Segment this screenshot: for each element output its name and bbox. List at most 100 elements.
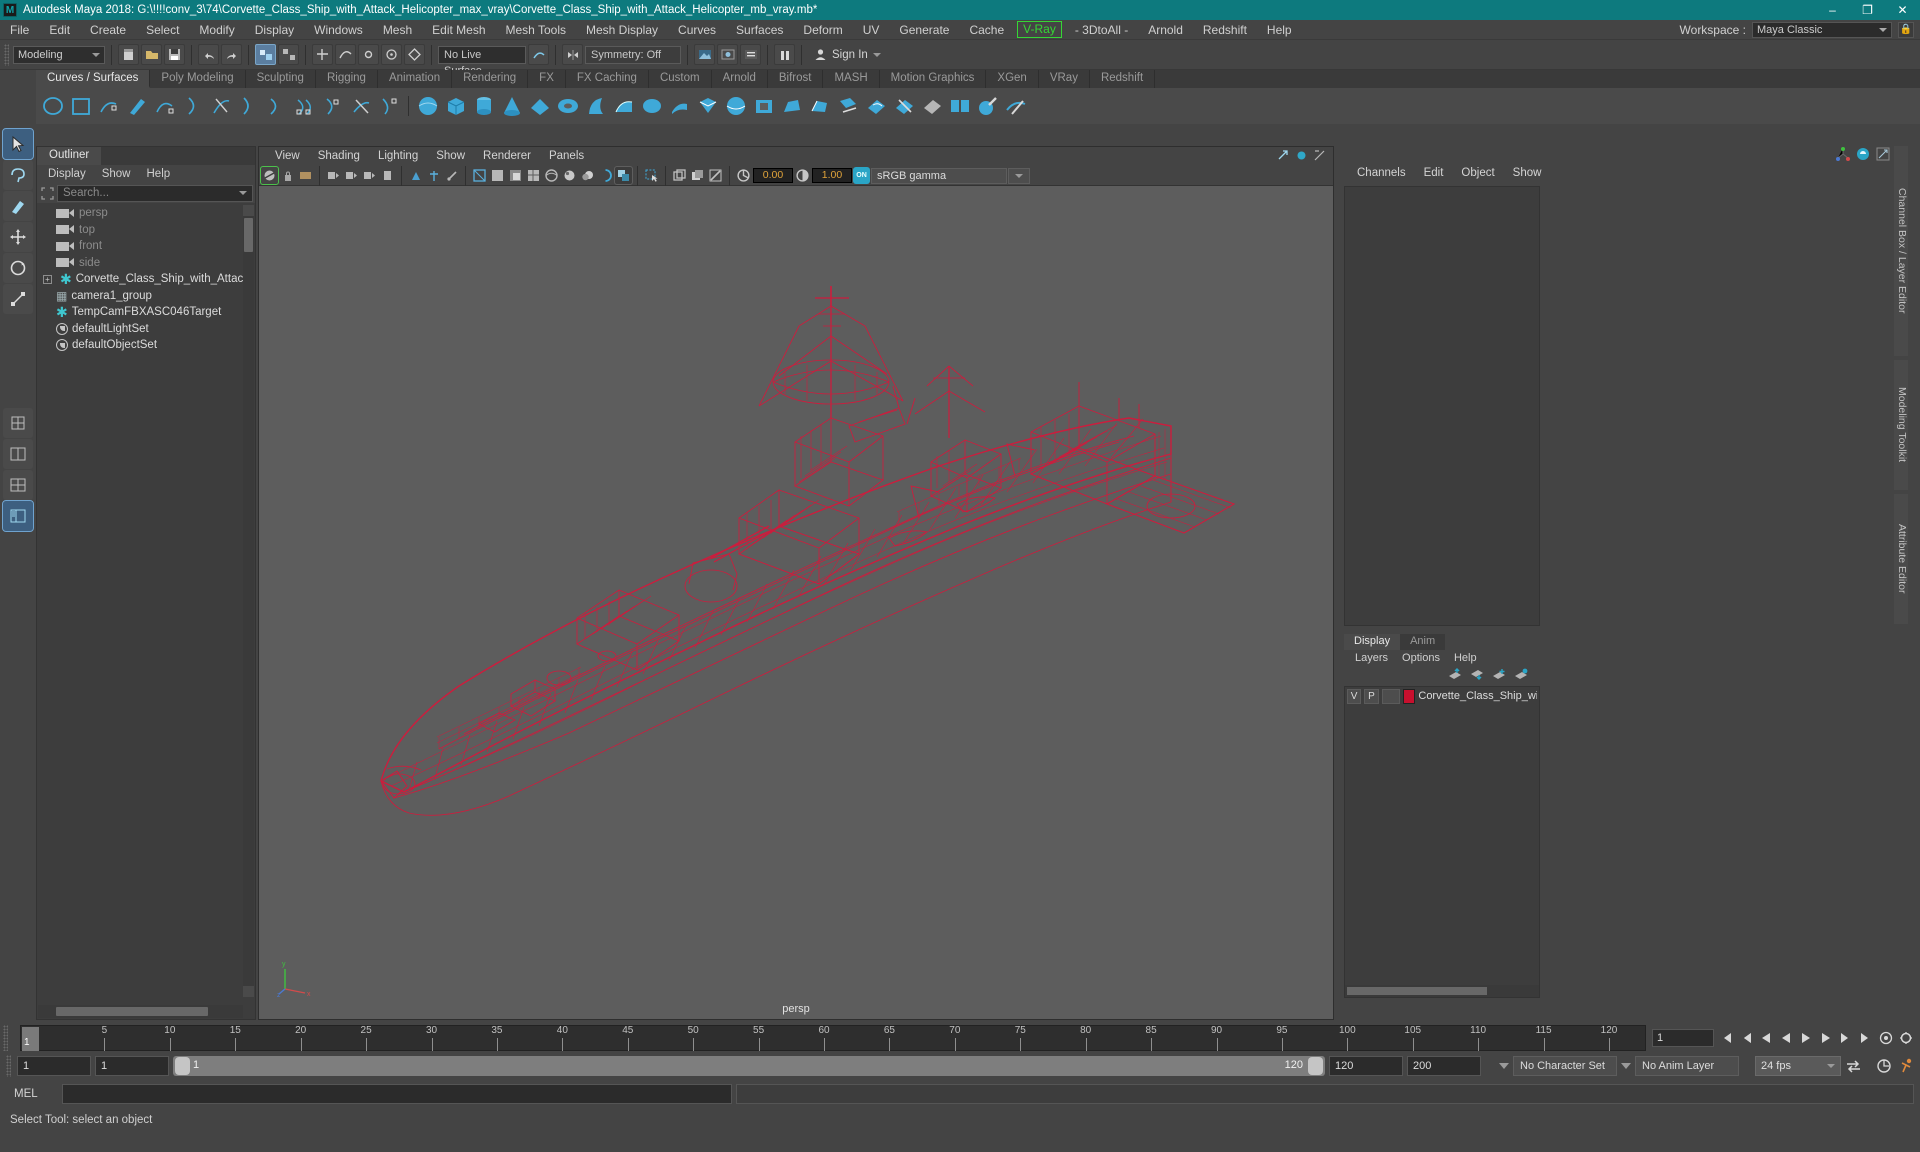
menu-select[interactable]: Select bbox=[136, 20, 189, 40]
shelf-tab-vray[interactable]: VRay bbox=[1038, 70, 1090, 88]
gamma-icon[interactable] bbox=[794, 167, 811, 184]
textured-icon[interactable] bbox=[543, 167, 560, 184]
shelf-tab-rigging[interactable]: Rigging bbox=[315, 70, 378, 88]
shelf-tab-fx[interactable]: FX bbox=[528, 70, 566, 88]
scrollbar-thumb[interactable] bbox=[56, 1007, 208, 1016]
curve-cv-hardness-icon[interactable] bbox=[264, 93, 290, 119]
four-view-layout-button[interactable] bbox=[3, 470, 33, 500]
frame-selection-icon[interactable] bbox=[39, 185, 55, 201]
lasso-tool-button[interactable] bbox=[3, 160, 33, 190]
use-default-material-icon[interactable] bbox=[561, 167, 578, 184]
close-button[interactable]: ✕ bbox=[1885, 0, 1920, 20]
auto-keyframe-toggle-icon[interactable] bbox=[1876, 1058, 1893, 1075]
ep-curve-tool-icon[interactable] bbox=[96, 93, 122, 119]
range-end-handle[interactable] bbox=[1308, 1057, 1323, 1075]
channel-box-body[interactable] bbox=[1344, 186, 1540, 626]
step-back-frame-icon[interactable] bbox=[1757, 1030, 1774, 1047]
shelf-tab-fx-caching[interactable]: FX Caching bbox=[565, 70, 649, 88]
animation-preferences-gear-icon[interactable] bbox=[1897, 1058, 1914, 1075]
revolve-icon[interactable] bbox=[583, 93, 609, 119]
snap-point-button[interactable] bbox=[358, 44, 379, 65]
rotate-tool-button[interactable] bbox=[3, 253, 33, 283]
menu-vray[interactable]: V-Ray bbox=[1017, 21, 1062, 38]
menu-mesh-tools[interactable]: Mesh Tools bbox=[496, 20, 576, 40]
sign-in-button[interactable]: Sign In bbox=[808, 45, 887, 65]
curve-offset-icon[interactable] bbox=[320, 93, 346, 119]
curve-open-close-icon[interactable] bbox=[236, 93, 262, 119]
menu-set-select[interactable]: Modeling bbox=[13, 45, 105, 64]
resolution-gate-icon[interactable] bbox=[379, 167, 396, 184]
outliner-persp-layout-button[interactable] bbox=[2, 500, 34, 532]
character-set-dropdown-icon[interactable] bbox=[1499, 1063, 1509, 1069]
curve-insert-knot-icon[interactable] bbox=[292, 93, 318, 119]
animation-preferences-icon[interactable] bbox=[1897, 1030, 1914, 1047]
play-backwards-icon[interactable] bbox=[1777, 1030, 1794, 1047]
auto-key-icon[interactable] bbox=[1877, 1030, 1894, 1047]
layer-visibility-toggle[interactable]: V bbox=[1347, 688, 1362, 704]
channel-box-menu-object[interactable]: Object bbox=[1452, 164, 1503, 182]
color-profile-dropdown-arrow[interactable] bbox=[1008, 167, 1030, 184]
playback-loop-icon[interactable] bbox=[1845, 1058, 1862, 1075]
animation-end-time-field[interactable]: 200 bbox=[1407, 1056, 1481, 1076]
exposure-value-field[interactable]: 0.00 bbox=[753, 168, 793, 183]
step-forward-frame-icon[interactable] bbox=[1817, 1030, 1834, 1047]
select-by-object-type-button[interactable] bbox=[255, 44, 276, 65]
range-start-handle[interactable] bbox=[175, 1057, 190, 1075]
camera-attributes-icon[interactable] bbox=[297, 167, 314, 184]
panel-popup-icon[interactable] bbox=[1278, 149, 1289, 164]
surface-editing-icon[interactable] bbox=[1003, 93, 1029, 119]
color-profile-select[interactable]: sRGB gamma bbox=[871, 167, 1007, 184]
scroll-down-arrow[interactable] bbox=[243, 986, 254, 997]
channel-box-layer-editor-icon[interactable] bbox=[1836, 146, 1850, 164]
workspace-select[interactable]: Maya Classic bbox=[1752, 21, 1892, 38]
menu-surfaces[interactable]: Surfaces bbox=[726, 20, 793, 40]
channel-box-menu-channels[interactable]: Channels bbox=[1348, 164, 1415, 182]
intersect-surfaces-icon[interactable] bbox=[835, 93, 861, 119]
layer-tab-display[interactable]: Display bbox=[1344, 634, 1401, 650]
shelf-tab-motion-graphics[interactable]: Motion Graphics bbox=[879, 70, 987, 88]
motion-blur-icon[interactable] bbox=[707, 167, 724, 184]
attribute-editor-icon[interactable] bbox=[1876, 147, 1890, 164]
menu-display[interactable]: Display bbox=[245, 20, 304, 40]
snap-view-plane-button[interactable] bbox=[404, 44, 425, 65]
ipr-render-button[interactable] bbox=[717, 44, 738, 65]
boundary-icon[interactable] bbox=[695, 93, 721, 119]
go-to-start-icon[interactable] bbox=[1717, 1030, 1734, 1047]
two-d-pan-zoom-icon[interactable] bbox=[343, 167, 360, 184]
menu-generate[interactable]: Generate bbox=[889, 20, 959, 40]
go-to-end-icon[interactable] bbox=[1857, 1030, 1874, 1047]
lock-icon[interactable]: 🔒 bbox=[1898, 21, 1914, 38]
paint-select-tool-button[interactable] bbox=[3, 191, 33, 221]
viewport-menu-show[interactable]: Show bbox=[428, 147, 473, 166]
outliner-item-tempcam[interactable]: ✱ TempCamFBXASC046Target bbox=[38, 304, 243, 321]
outliner-item-camera1-group[interactable]: ▦ camera1_group bbox=[38, 288, 243, 305]
viewport-menu-view[interactable]: View bbox=[267, 147, 308, 166]
menu-curves[interactable]: Curves bbox=[668, 20, 726, 40]
outliner-item-front[interactable]: front bbox=[38, 238, 243, 255]
new-scene-button[interactable] bbox=[118, 44, 139, 65]
maximize-button[interactable]: ❐ bbox=[1850, 0, 1885, 20]
shelf-tab-poly-modeling[interactable]: Poly Modeling bbox=[150, 70, 246, 88]
bevel-plus-icon[interactable] bbox=[807, 93, 833, 119]
play-forwards-icon[interactable] bbox=[1797, 1030, 1814, 1047]
pencil-curve-tool-icon[interactable] bbox=[124, 93, 150, 119]
menu-help[interactable]: Help bbox=[1257, 20, 1302, 40]
outliner-tab[interactable]: Outliner bbox=[37, 147, 102, 165]
menu-mesh[interactable]: Mesh bbox=[373, 20, 422, 40]
outliner-item-list[interactable]: persp top front side + ✱ Corvette_Class_… bbox=[38, 205, 243, 997]
texture-toggle-icon[interactable] bbox=[597, 167, 614, 184]
scrollbar-thumb[interactable] bbox=[244, 218, 253, 252]
render-current-frame-button[interactable] bbox=[694, 44, 715, 65]
layer-tab-anim[interactable]: Anim bbox=[1400, 634, 1446, 650]
current-frame-field[interactable]: 1 bbox=[1652, 1029, 1714, 1047]
save-scene-button[interactable] bbox=[164, 44, 185, 65]
shelf-tab-bifrost[interactable]: Bifrost bbox=[767, 70, 824, 88]
shelf-tab-custom[interactable]: Custom bbox=[648, 70, 712, 88]
add-layer-with-selection-icon[interactable] bbox=[1514, 668, 1528, 683]
live-surface-field[interactable]: No Live Surface bbox=[438, 45, 526, 77]
outliner-vertical-scrollbar[interactable] bbox=[243, 205, 254, 997]
select-camera-icon[interactable] bbox=[260, 166, 279, 185]
side-tab-channel-box-layer-editor[interactable]: Channel Box / Layer Editor bbox=[1894, 146, 1908, 356]
xray-joints-icon[interactable] bbox=[443, 167, 460, 184]
layer-type-toggle[interactable] bbox=[1381, 688, 1401, 704]
